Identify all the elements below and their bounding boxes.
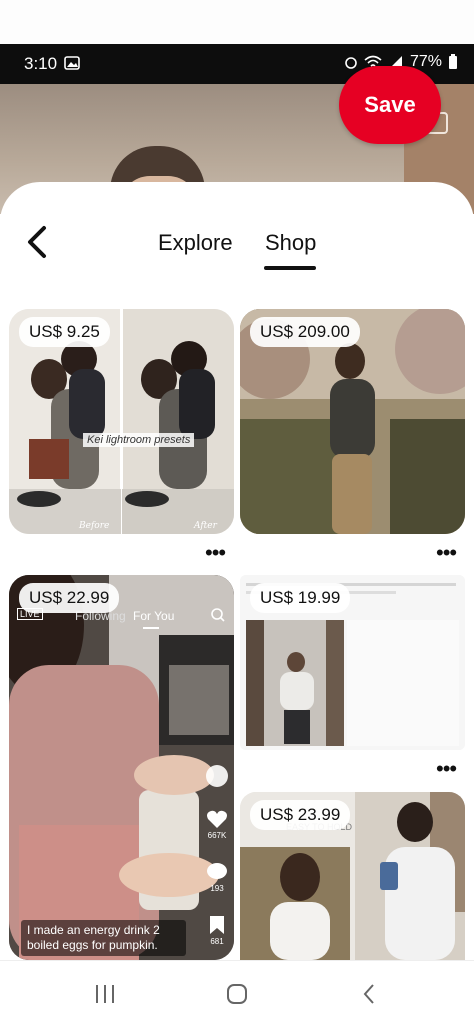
price-badge: US$ 209.00 — [250, 317, 360, 347]
after-label: After — [193, 521, 218, 531]
avatar — [206, 765, 228, 787]
before-label: Before — [78, 521, 109, 531]
tiktok-side-actions: 667K 193 681 — [206, 765, 228, 960]
price-badge: US$ 19.99 — [250, 583, 351, 613]
bookmark-icon — [210, 916, 224, 934]
gallery-icon — [64, 56, 80, 70]
more-dots-icon[interactable]: ••• — [205, 542, 226, 564]
home-icon[interactable] — [217, 979, 257, 1009]
app-frame: 3:10 77% Save Explore Shop Before After … — [0, 0, 474, 1024]
product-image — [9, 575, 234, 960]
top-strip — [0, 0, 474, 44]
overlay-text: Kei lightroom presets — [83, 433, 195, 447]
bookmark-count: 681 — [210, 937, 224, 946]
tab-explore[interactable]: Explore — [158, 230, 233, 256]
tab-shop[interactable]: Shop — [265, 230, 316, 256]
comment-icon — [207, 863, 227, 879]
recent-apps-icon[interactable] — [85, 979, 125, 1009]
price-badge: US$ 23.99 — [250, 800, 351, 830]
video-caption: I made an energy drink 2 boiled eggs for… — [21, 920, 186, 956]
product-card[interactable]: EASY TO HOLD US$ 23.99 — [240, 792, 465, 960]
tab-active-indicator — [264, 266, 316, 270]
product-card[interactable]: US$ 19.99 — [240, 575, 465, 750]
heart-icon — [207, 810, 227, 828]
product-card[interactable]: Before After Kei lightroom presets US$ 9… — [9, 309, 234, 534]
price-badge: US$ 22.99 — [19, 583, 120, 613]
shop-sheet: Explore Shop Before After Kei lightroom … — [0, 182, 474, 960]
tiktok-tab-indicator — [143, 627, 159, 629]
product-card[interactable]: US$ 209.00 — [240, 309, 465, 534]
back-icon[interactable] — [349, 979, 389, 1009]
alarm-icon — [345, 57, 357, 69]
status-time: 3:10 — [24, 54, 58, 73]
more-dots-icon[interactable]: ••• — [436, 542, 457, 564]
save-button[interactable]: Save — [339, 66, 441, 144]
search-icon — [211, 608, 225, 622]
tiktok-for-you-tab: For You — [133, 609, 175, 623]
more-dots-icon[interactable]: ••• — [436, 758, 457, 780]
battery-icon — [449, 54, 457, 69]
system-nav-bar — [0, 960, 474, 1024]
comment-count: 193 — [210, 884, 224, 893]
product-card[interactable]: LIVE Following For You 667K 193 681 I ma… — [9, 575, 234, 960]
like-count: 667K — [207, 831, 227, 840]
tab-bar: Explore Shop — [0, 230, 474, 270]
price-badge: US$ 9.25 — [19, 317, 110, 347]
